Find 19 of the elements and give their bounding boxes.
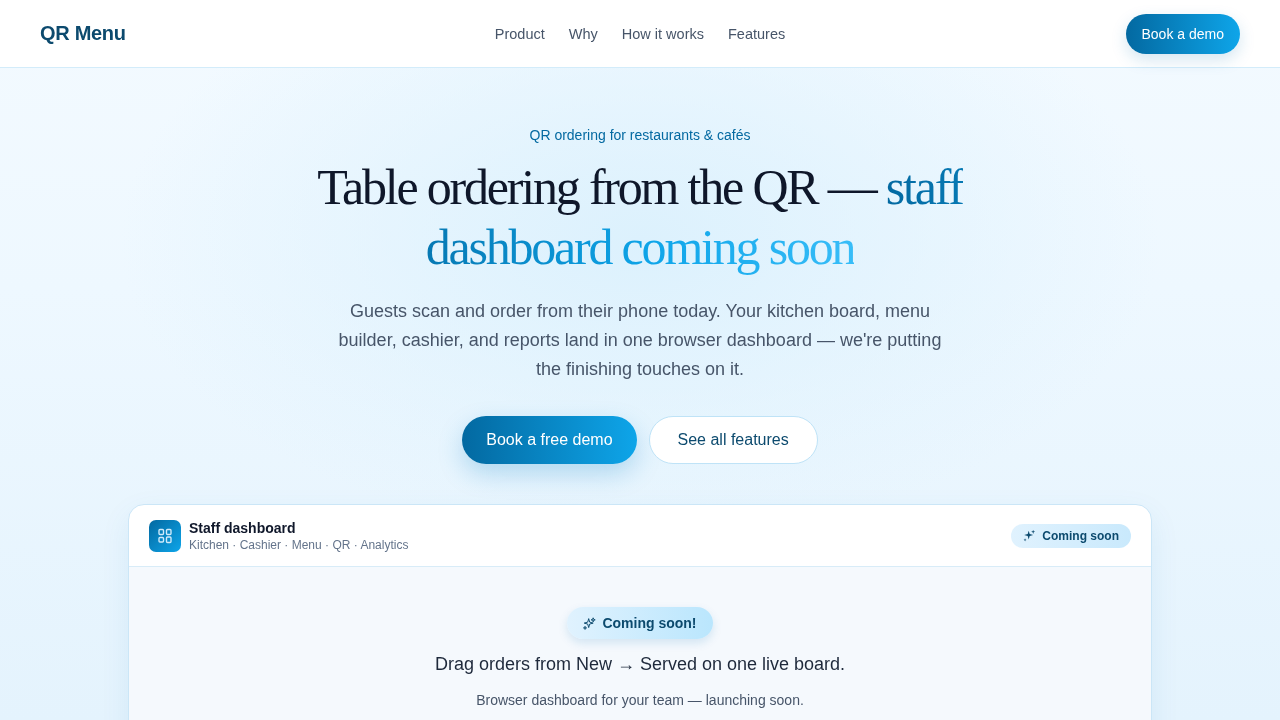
see-features-button[interactable]: See all features [648,416,818,464]
nav-link[interactable]: Features [727,25,786,42]
preview-note: Browser dashboard for your team — launching soon. [476,691,804,710]
preview-headline: Drag orders from New → Served on one live board. [434,653,846,676]
nav-link[interactable]: Product [494,25,545,42]
card-subtitle: Kitchen · Cashier · Menu · QR · Analytics [189,536,410,553]
book-demo-button[interactable]: Book a demo [1125,13,1240,54]
site-logo[interactable]: QR Menu [40,22,126,45]
sparkle-icon [1023,529,1037,542]
coming-soon-badge: Coming soon [1011,523,1131,548]
sparkle-icon [583,616,597,630]
hero-eyebrow: QR ordering for restaurants & cafés [529,126,751,145]
hero-description: Guests scan and order from their phone today. Your kitchen board, menu builder, cashier, and reports land in one browser dashboard — we're putting the finishing touches on it. [337,300,943,381]
book-free-demo-button[interactable]: Book a free demo [462,416,637,464]
nav-link[interactable]: How it works [621,25,704,42]
card-title: Staff dashboard [189,518,297,537]
grid-app-icon [149,519,181,552]
coming-soon-pill: Coming soon! [567,607,713,639]
nav-link[interactable]: Why [568,25,598,42]
